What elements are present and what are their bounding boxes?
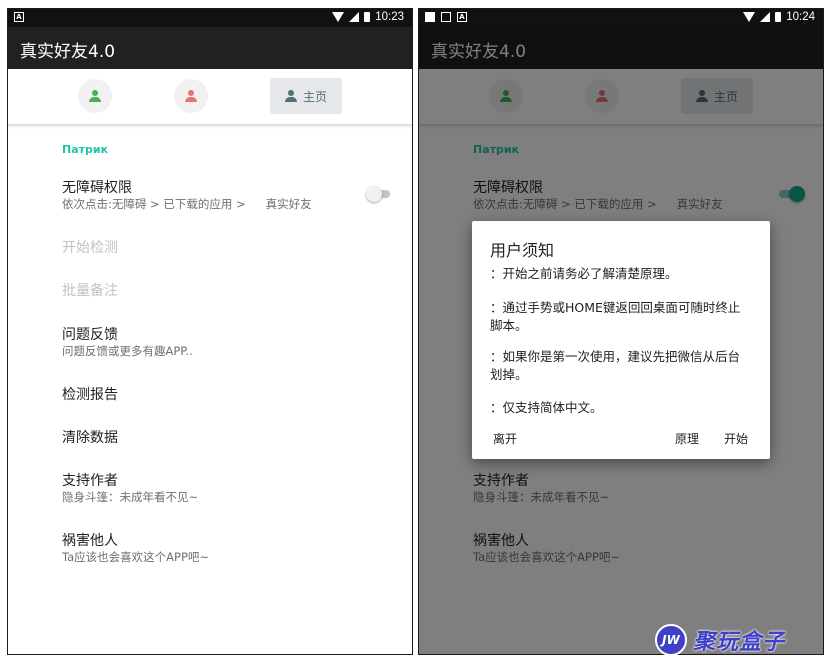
watermark: JW 聚玩盒子 [655, 624, 785, 656]
notification-icon: A [14, 12, 24, 22]
accessibility-subtitle: 依次点击:无障碍 > 已下载的应用 >真实好友 [62, 197, 312, 211]
dialog-line: ：如果你是第一次使用，建议先把微信从后台划掉。 [490, 349, 741, 382]
person-green-icon [89, 90, 101, 102]
signal-icon [349, 12, 360, 22]
status-bar: A 10:23 [8, 9, 412, 27]
right-phone-screen: A 10:24 真实好友4.0 主页 Патрик [419, 9, 823, 654]
signal-icon [760, 12, 771, 22]
person-grey-icon [284, 90, 297, 102]
feedback-subtitle: 问题反馈或更多有趣APP.. [62, 344, 193, 358]
start-button[interactable]: 开始 [724, 430, 748, 447]
batch-remark-item[interactable]: 批量备注 [62, 280, 118, 300]
tab-bar: 主页 [8, 69, 412, 125]
tab-friends-green[interactable] [78, 79, 112, 113]
accessibility-title[interactable]: 无障碍权限 [62, 177, 132, 197]
app-title: 真实好友4.0 [20, 42, 116, 62]
notification-icon: A [457, 12, 467, 22]
watermark-logo: JW [655, 624, 687, 656]
feedback-title[interactable]: 问题反馈 [62, 324, 118, 344]
notification-square-icon [425, 12, 435, 22]
principle-button[interactable]: 原理 [675, 430, 699, 447]
tab-home[interactable]: 主页 [270, 78, 342, 114]
detection-report-item[interactable]: 检测报告 [62, 384, 118, 404]
wifi-icon [332, 12, 345, 22]
tab-friends-red[interactable] [174, 79, 208, 113]
dialog-line: ：通过手势或HOME键返回回桌面可随时终止脚本。 [490, 300, 741, 333]
status-time: 10:24 [786, 11, 815, 23]
user-notice-dialog: 用户须知 ：开始之前请务必了解清楚原理。 ：通过手势或HOME键返回回桌面可随时… [472, 221, 770, 459]
support-author-subtitle: 隐身斗篷：未成年看不见~ [62, 490, 199, 504]
battery-icon [775, 12, 782, 22]
notification-image-icon [441, 12, 451, 22]
support-author-title[interactable]: 支持作者 [62, 470, 118, 490]
share-others-subtitle: Ta应该也会喜欢这个APP吧~ [62, 550, 210, 564]
app-bar: 真实好友4.0 [8, 27, 412, 69]
person-red-icon [185, 90, 197, 102]
dialog-line: ：仅支持简体中文。 [490, 400, 603, 415]
clear-data-item[interactable]: 清除数据 [62, 427, 118, 447]
leave-button[interactable]: 离开 [493, 430, 517, 447]
status-bar: A 10:24 [419, 9, 823, 27]
section-header: Патрик [62, 143, 109, 156]
accessibility-switch[interactable] [366, 185, 392, 203]
status-time: 10:23 [375, 11, 404, 23]
wifi-icon [743, 12, 756, 22]
dialog-line: ：开始之前请务必了解清楚原理。 [490, 266, 678, 281]
watermark-text: 聚玩盒子 [693, 630, 786, 655]
battery-icon [364, 12, 371, 22]
tab-home-label: 主页 [302, 89, 327, 104]
left-phone-screen: A 10:23 真实好友4.0 主页 Патрик 无障碍权限 依次点击:无障碍… [8, 9, 412, 654]
dialog-title: 用户须知 [490, 241, 555, 260]
share-others-title[interactable]: 祸害他人 [62, 530, 118, 550]
start-detection-item[interactable]: 开始检测 [62, 237, 118, 257]
